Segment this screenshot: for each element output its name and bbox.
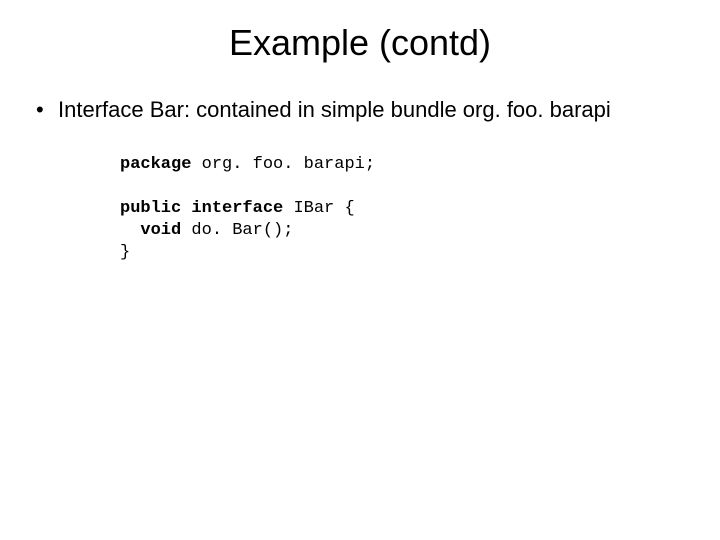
code-text: org. foo. barapi; [191, 155, 375, 174]
code-block: package org. foo. barapi; public interfa… [120, 154, 694, 264]
slide: Example (contd) Interface Bar: contained… [0, 0, 720, 540]
bullet-list: Interface Bar: contained in simple bundl… [30, 96, 694, 124]
slide-title: Example (contd) [26, 22, 694, 64]
code-text [181, 199, 191, 218]
code-text: } [120, 243, 130, 262]
code-text: do. Bar(); [181, 221, 293, 240]
code-text: IBar { [283, 199, 354, 218]
code-keyword-interface: interface [191, 199, 283, 218]
bullet-item: Interface Bar: contained in simple bundl… [30, 96, 694, 124]
code-keyword-void: void [140, 221, 181, 240]
code-keyword-package: package [120, 155, 191, 174]
bullet-text: Interface Bar: contained in simple bundl… [58, 97, 611, 122]
slide-body: Interface Bar: contained in simple bundl… [26, 96, 694, 264]
code-keyword-public: public [120, 199, 181, 218]
code-indent [120, 221, 140, 240]
